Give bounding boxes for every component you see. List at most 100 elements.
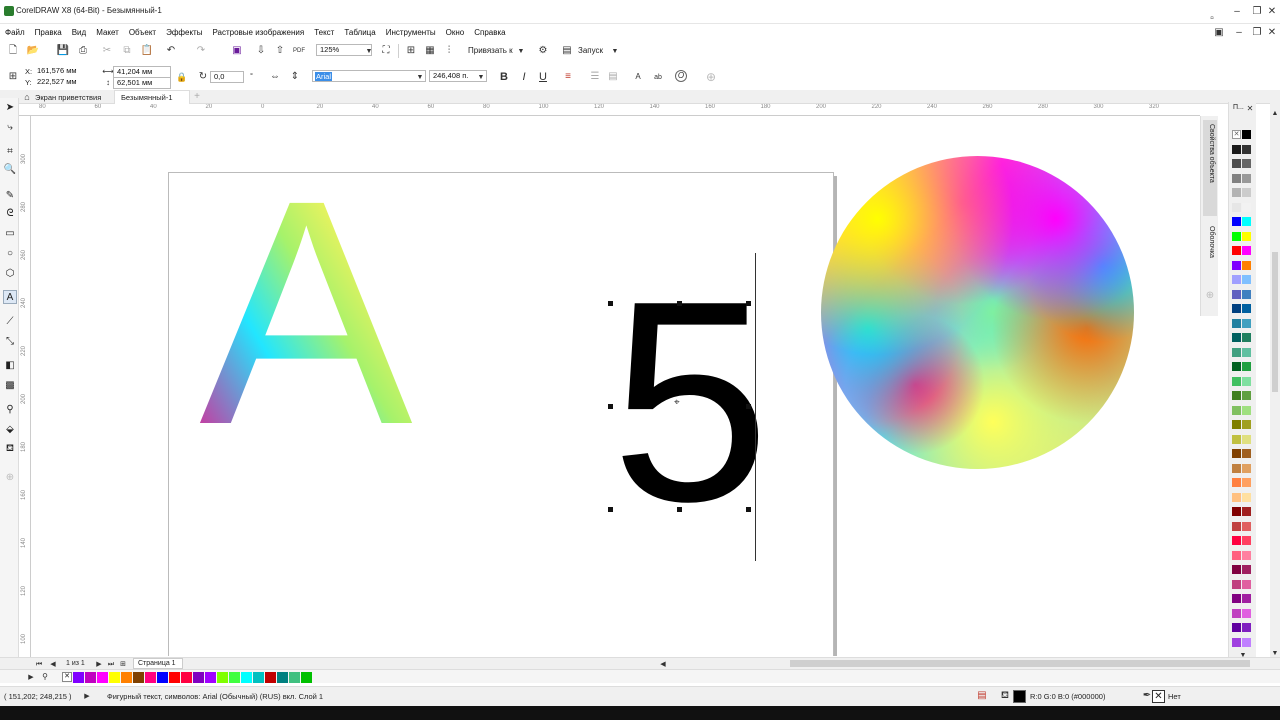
- status-arrow-icon[interactable]: ▶: [80, 689, 94, 703]
- selection-handle[interactable]: [677, 507, 682, 512]
- mirror-horizontal-icon[interactable]: ⇔: [268, 70, 282, 84]
- palette-swatch[interactable]: [1242, 202, 1251, 212]
- undo-icon[interactable]: ↶: [164, 44, 178, 58]
- palette-swatch[interactable]: [1242, 275, 1251, 284]
- ellipse-tool-icon[interactable]: ○: [3, 246, 17, 260]
- doc-palette-swatch[interactable]: [301, 672, 312, 683]
- palette-swatch[interactable]: [1232, 623, 1241, 632]
- palette-swatch[interactable]: [1242, 318, 1251, 328]
- menu-close-icon[interactable]: ✕: [1265, 26, 1279, 40]
- doc-palette-swatch[interactable]: [241, 672, 252, 683]
- doc-palette-swatch[interactable]: [205, 672, 216, 683]
- cut-icon[interactable]: ✂: [100, 44, 114, 58]
- menu-item-5[interactable]: Эффекты: [161, 27, 207, 39]
- palette-swatch[interactable]: [1242, 565, 1251, 574]
- outline-none-swatch[interactable]: ✕: [1152, 690, 1165, 703]
- palette-swatch[interactable]: [1232, 231, 1241, 241]
- interactive-fill-icon[interactable]: ⬙: [3, 422, 17, 436]
- scroll-thumb[interactable]: [1272, 252, 1278, 392]
- lock-ratio-icon[interactable]: 🔒: [175, 70, 189, 84]
- parallel-dimension-icon[interactable]: ⟋: [3, 314, 17, 328]
- palette-swatch[interactable]: [1232, 565, 1241, 574]
- palette-swatch[interactable]: [1242, 463, 1251, 473]
- palette-swatch[interactable]: [1242, 362, 1251, 371]
- restore-small-icon[interactable]: ▫: [1205, 12, 1219, 26]
- menu-item-1[interactable]: Правка: [30, 27, 67, 39]
- text-properties-icon[interactable]: A: [631, 70, 645, 84]
- palette-swatch[interactable]: [1242, 347, 1251, 357]
- pdf-icon[interactable]: PDF: [292, 44, 306, 58]
- gradient-letter-a[interactable]: A: [191, 186, 421, 426]
- doc-palette-swatch[interactable]: [145, 672, 156, 683]
- palette-swatch[interactable]: [1242, 231, 1251, 241]
- show-guidelines-icon[interactable]: ⫶: [442, 44, 456, 58]
- palette-swatch[interactable]: [1232, 260, 1241, 270]
- selection-handle[interactable]: [746, 507, 751, 512]
- palette-swatch[interactable]: [1242, 159, 1251, 168]
- doc-palette-swatch[interactable]: [277, 672, 288, 683]
- palette-swatch[interactable]: [1232, 637, 1241, 647]
- polygon-tool-icon[interactable]: ⬡: [3, 266, 17, 280]
- palette-swatch[interactable]: [1232, 420, 1241, 429]
- rectangle-tool-icon[interactable]: ▭: [3, 226, 17, 240]
- home-icon[interactable]: ⌂: [20, 90, 34, 104]
- bullet-list-icon[interactable]: ☰: [588, 70, 602, 84]
- palette-swatch[interactable]: [1242, 434, 1251, 444]
- menu-item-11[interactable]: Справка: [469, 27, 510, 39]
- palette-swatch[interactable]: [1232, 347, 1241, 357]
- menu-item-6[interactable]: Растровые изображения: [207, 27, 309, 39]
- drawing-canvas[interactable]: A 5 ⌖: [31, 116, 1200, 656]
- doc-palette-eyedropper-icon[interactable]: ⚲: [38, 670, 52, 684]
- selection-handle[interactable]: [746, 301, 751, 306]
- tab-object-properties[interactable]: Свойства объекта: [1203, 120, 1217, 216]
- palette-swatch[interactable]: [1242, 521, 1251, 531]
- palette-swatch[interactable]: [1232, 217, 1241, 226]
- doc-palette-swatch[interactable]: [121, 672, 132, 683]
- palette-swatch[interactable]: [1232, 550, 1241, 560]
- palette-swatch[interactable]: [1232, 188, 1241, 197]
- copy-icon[interactable]: ⧉: [120, 44, 134, 58]
- palette-swatch[interactable]: [1242, 376, 1251, 386]
- import-icon[interactable]: ⇩: [254, 44, 268, 58]
- palette-swatch[interactable]: [1232, 304, 1241, 313]
- page-tab[interactable]: Страница 1: [133, 658, 183, 669]
- palette-swatch[interactable]: [1232, 434, 1241, 444]
- palette-swatch[interactable]: [1242, 130, 1251, 139]
- launch-icon[interactable]: ▤: [560, 44, 574, 58]
- palette-swatch[interactable]: [1242, 507, 1251, 516]
- doc-palette-swatch[interactable]: [181, 672, 192, 683]
- zoom-dropdown-icon[interactable]: ▼: [362, 44, 376, 58]
- tab-document[interactable]: Безымянный-1: [114, 90, 190, 104]
- menu-item-3[interactable]: Макет: [91, 27, 124, 39]
- palette-swatch[interactable]: [1232, 391, 1241, 400]
- show-grid-icon[interactable]: ▦: [423, 44, 437, 58]
- tab-envelope[interactable]: Оболочка: [1203, 222, 1217, 282]
- palette-swatch[interactable]: [1232, 289, 1241, 299]
- export-icon[interactable]: ⇧: [273, 44, 287, 58]
- crop-tool-icon[interactable]: ⌗: [3, 144, 17, 158]
- doc-palette-swatch[interactable]: [217, 672, 228, 683]
- palette-swatch[interactable]: [1232, 608, 1241, 618]
- height-field[interactable]: 62,501 мм: [113, 77, 171, 89]
- palette-swatch[interactable]: [1242, 594, 1251, 603]
- corel-connect-icon[interactable]: ▣: [230, 44, 244, 58]
- connector-tool-icon[interactable]: ⤡: [3, 334, 17, 348]
- underline-button[interactable]: U: [536, 70, 550, 84]
- menu-item-4[interactable]: Объект: [124, 27, 161, 39]
- smart-fill-icon[interactable]: ⛾: [3, 442, 17, 456]
- paste-icon[interactable]: 📋: [140, 44, 154, 58]
- rotation-field[interactable]: 0,0: [210, 71, 244, 83]
- palette-swatch[interactable]: [1232, 333, 1241, 342]
- palette-swatch[interactable]: [1232, 492, 1241, 502]
- doc-palette-swatch[interactable]: [73, 672, 84, 683]
- menu-item-9[interactable]: Инструменты: [381, 27, 441, 39]
- palette-swatch[interactable]: [1232, 521, 1241, 531]
- italic-button[interactable]: I: [517, 70, 531, 84]
- palette-swatch[interactable]: [1232, 318, 1241, 328]
- palette-swatch[interactable]: [1242, 391, 1251, 400]
- doc-palette-swatch[interactable]: [193, 672, 204, 683]
- palette-swatch[interactable]: [1242, 188, 1251, 197]
- doc-palette-swatch[interactable]: [133, 672, 144, 683]
- doc-palette-swatch[interactable]: [289, 672, 300, 683]
- palette-swatch[interactable]: [1242, 304, 1251, 313]
